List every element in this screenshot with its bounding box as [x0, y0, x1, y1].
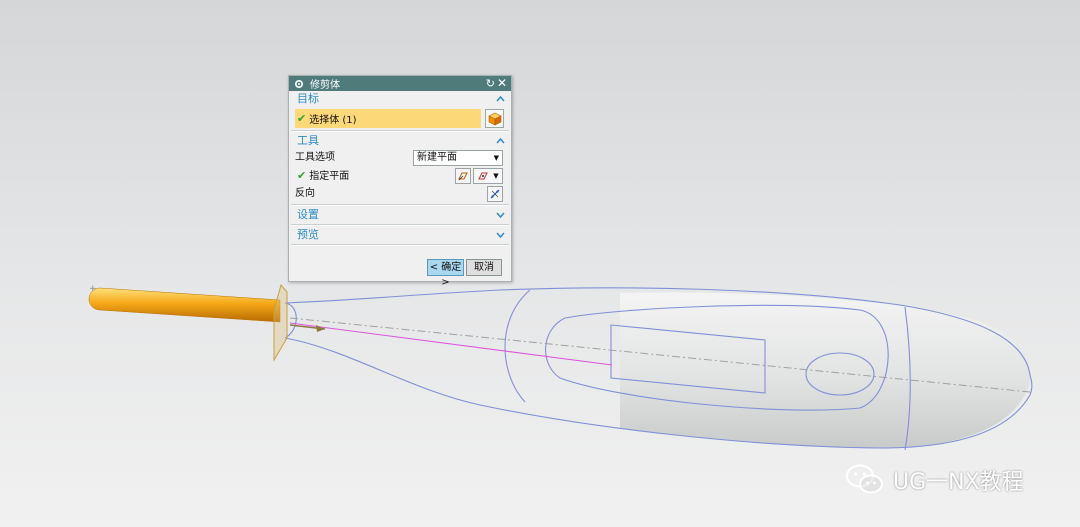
plane-infer-icon[interactable]: ▼: [473, 168, 503, 184]
group-preview-label: 预览: [297, 228, 319, 241]
tool-option-row: 工具选项 新建平面 ▼: [295, 149, 507, 167]
dialog-button-row: < 确定 > 取消: [289, 259, 511, 288]
check-icon: ✔: [297, 169, 307, 182]
divider: [291, 204, 509, 206]
select-body-row[interactable]: ✔ 选择体 (1): [295, 109, 507, 128]
dropdown-arrow-icon: ▼: [493, 172, 499, 180]
divider: [291, 224, 509, 226]
cancel-button[interactable]: 取消: [466, 259, 502, 276]
divider: [291, 130, 509, 132]
select-body-label: 选择体 (1): [309, 115, 357, 126]
divider: [291, 244, 509, 246]
watermark-text: UG一NX教程: [893, 470, 1024, 495]
plane-dialog-icon[interactable]: [455, 168, 471, 184]
specify-plane-field: ✔ 指定平面: [295, 167, 349, 186]
plane-normal-arrowhead: [316, 325, 325, 332]
group-target-header[interactable]: 目标: [291, 91, 509, 107]
trim-plane[interactable]: [273, 283, 288, 362]
outline-nose: [1029, 374, 1033, 396]
group-tool-label: 工具: [297, 134, 319, 147]
select-body-button[interactable]: [485, 109, 504, 128]
magenta-sketch-line: [289, 322, 613, 366]
check-icon: ✔: [297, 112, 307, 125]
reverse-direction-icon[interactable]: [487, 186, 503, 202]
gear-icon: [294, 79, 304, 88]
tool-option-label: 工具选项: [295, 152, 335, 163]
tool-option-value: 新建平面: [417, 152, 457, 163]
chevron-down-icon[interactable]: [496, 227, 505, 243]
dialog-title: 修剪体: [310, 80, 340, 91]
group-target-label: 目标: [297, 92, 319, 105]
chevron-down-icon[interactable]: [496, 207, 505, 223]
wechat-icon: [846, 464, 883, 494]
tool-option-select[interactable]: 新建平面 ▼: [413, 150, 503, 166]
group-tool-header[interactable]: 工具: [291, 133, 509, 149]
dropdown-arrow-icon: ▼: [493, 154, 499, 162]
reverse-row: 反向: [295, 185, 507, 203]
thermometer-body-shell[interactable]: [620, 292, 1030, 448]
group-preview-header[interactable]: 预览: [291, 227, 509, 243]
dialog-titlebar: 修剪体 ↻ ✕: [289, 76, 511, 91]
cube-icon: [487, 112, 502, 125]
ok-button[interactable]: < 确定 >: [427, 259, 464, 288]
close-icon[interactable]: ✕: [497, 76, 507, 91]
select-body-field[interactable]: ✔ 选择体 (1): [295, 109, 481, 128]
group-settings-label: 设置: [297, 208, 319, 221]
cad-viewport[interactable]: +: [0, 0, 1080, 527]
specify-plane-label: 指定平面: [309, 171, 350, 182]
trim-body-dialog: 修剪体 ↻ ✕ 目标 ✔ 选择体 (1) 工具 工具选项 新建平面 ▼ ✔ 指定…: [288, 75, 512, 288]
probe-rod[interactable]: [88, 287, 281, 323]
chevron-up-icon[interactable]: [496, 133, 505, 149]
watermark: UG一NX教程: [845, 463, 1024, 497]
specify-plane-row[interactable]: ✔ 指定平面 ▼: [295, 167, 507, 185]
reset-icon[interactable]: ↻: [486, 76, 495, 91]
origin-marker: +: [89, 284, 97, 294]
section-line-left: [504, 289, 531, 403]
group-settings-header[interactable]: 设置: [291, 207, 509, 223]
chevron-up-icon[interactable]: [496, 91, 505, 107]
reverse-label: 反向: [295, 188, 315, 199]
